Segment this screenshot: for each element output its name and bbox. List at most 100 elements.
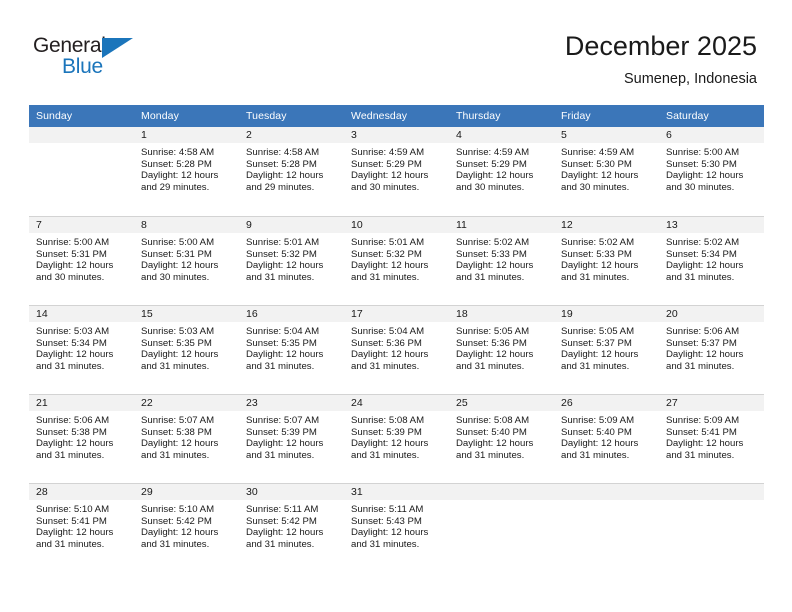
sunset-text: Sunset: 5:37 PM <box>666 337 737 349</box>
day-cell-inner: 7 Sunrise: 5:00 AM Sunset: 5:31 PM Daylight… <box>29 216 134 305</box>
calendar-day-cell[interactable]: 21 Sunrise: 5:06 AM Sunset: 5:38 PM Dayligh… <box>29 394 134 483</box>
generalblue-logo[interactable]: General Blue <box>33 34 163 84</box>
calendar-day-cell[interactable]: 1 Sunrise: 4:58 AM Sunset: 5:28 PM Daylight… <box>134 127 239 216</box>
calendar-day-cell[interactable]: 19 Sunrise: 5:05 AM Sunset: 5:37 PM Dayligh… <box>554 305 659 394</box>
day-number: 13 <box>659 217 764 233</box>
daylight-text-line2: and 31 minutes. <box>36 360 105 372</box>
day-cell-inner: 8 Sunrise: 5:00 AM Sunset: 5:31 PM Daylight… <box>134 216 239 305</box>
day-details: Sunrise: 5:06 AM Sunset: 5:38 PM Daylight:… <box>29 411 134 461</box>
calendar-day-cell[interactable]: 30 Sunrise: 5:11 AM Sunset: 5:42 PM Dayligh… <box>239 483 344 572</box>
daylight-text-line1: Daylight: 12 hours <box>666 170 744 182</box>
day-number: 23 <box>239 395 344 411</box>
calendar-day-cell[interactable]: 28 Sunrise: 5:10 AM Sunset: 5:41 PM Dayligh… <box>29 483 134 572</box>
calendar-day-cell[interactable]: 9 Sunrise: 5:01 AM Sunset: 5:32 PM Daylight… <box>239 216 344 305</box>
calendar-day-cell[interactable]: 22 Sunrise: 5:07 AM Sunset: 5:38 PM Dayligh… <box>134 394 239 483</box>
sunrise-text: Sunrise: 5:00 AM <box>141 237 215 248</box>
day-cell-inner: 10 Sunrise: 5:01 AM Sunset: 5:32 PM Dayligh… <box>344 216 449 305</box>
daylight-text-line1: Daylight: 12 hours <box>141 170 219 182</box>
daylight-text-line1: Daylight: 12 hours <box>456 349 534 361</box>
day-number: 3 <box>344 127 449 143</box>
day-details: Sunrise: 5:01 AM Sunset: 5:32 PM Daylight:… <box>239 233 344 283</box>
daylight-text-line2: and 31 minutes. <box>351 271 420 283</box>
day-number: 9 <box>239 217 344 233</box>
day-number: 24 <box>344 395 449 411</box>
day-cell-inner: 20 Sunrise: 5:06 AM Sunset: 5:37 PM Dayligh… <box>659 305 764 394</box>
sunset-text: Sunset: 5:30 PM <box>666 158 737 170</box>
sunrise-text: Sunrise: 5:02 AM <box>561 237 635 248</box>
day-cell-inner: 21 Sunrise: 5:06 AM Sunset: 5:38 PM Dayligh… <box>29 394 134 483</box>
daylight-text-line1: Daylight: 12 hours <box>36 527 114 539</box>
calendar-day-cell[interactable]: 29 Sunrise: 5:10 AM Sunset: 5:42 PM Dayligh… <box>134 483 239 572</box>
calendar-day-cell[interactable]: 16 Sunrise: 5:04 AM Sunset: 5:35 PM Dayligh… <box>239 305 344 394</box>
calendar-day-cell[interactable]: 5 Sunrise: 4:59 AM Sunset: 5:30 PM Daylight… <box>554 127 659 216</box>
day-number: 10 <box>344 217 449 233</box>
calendar-day-cell[interactable]: 2 Sunrise: 4:58 AM Sunset: 5:28 PM Daylight… <box>239 127 344 216</box>
calendar-day-cell[interactable]: 7 Sunrise: 5:00 AM Sunset: 5:31 PM Daylight… <box>29 216 134 305</box>
sunrise-text: Sunrise: 5:02 AM <box>456 237 530 248</box>
daylight-text-line2: and 31 minutes. <box>351 449 420 461</box>
calendar-week-row: 28 Sunrise: 5:10 AM Sunset: 5:41 PM Dayligh… <box>29 483 764 572</box>
calendar-day-cell[interactable]: 17 Sunrise: 5:04 AM Sunset: 5:36 PM Dayligh… <box>344 305 449 394</box>
sunrise-text: Sunrise: 5:10 AM <box>141 504 215 515</box>
calendar-day-cell[interactable]: 3 Sunrise: 4:59 AM Sunset: 5:29 PM Daylight… <box>344 127 449 216</box>
day-cell-inner: 6 Sunrise: 5:00 AM Sunset: 5:30 PM Daylight… <box>659 127 764 216</box>
calendar-day-cell[interactable]: 11 Sunrise: 5:02 AM Sunset: 5:33 PM Dayligh… <box>449 216 554 305</box>
daylight-text-line1: Daylight: 12 hours <box>351 260 429 272</box>
calendar-day-cell[interactable]: 12 Sunrise: 5:02 AM Sunset: 5:33 PM Dayligh… <box>554 216 659 305</box>
calendar-day-cell[interactable]: 6 Sunrise: 5:00 AM Sunset: 5:30 PM Daylight… <box>659 127 764 216</box>
sunset-text: Sunset: 5:32 PM <box>246 248 317 260</box>
daylight-text-line1: Daylight: 12 hours <box>141 527 219 539</box>
calendar-day-cell[interactable]: 8 Sunrise: 5:00 AM Sunset: 5:31 PM Daylight… <box>134 216 239 305</box>
calendar-day-cell[interactable]: 26 Sunrise: 5:09 AM Sunset: 5:40 PM Dayligh… <box>554 394 659 483</box>
calendar-day-cell[interactable]: 23 Sunrise: 5:07 AM Sunset: 5:39 PM Dayligh… <box>239 394 344 483</box>
daylight-text-line1: Daylight: 12 hours <box>36 260 114 272</box>
day-cell-inner: 1 Sunrise: 4:58 AM Sunset: 5:28 PM Daylight… <box>134 127 239 216</box>
day-details: Sunrise: 4:58 AM Sunset: 5:28 PM Daylight:… <box>239 143 344 193</box>
sunset-text: Sunset: 5:34 PM <box>666 248 737 260</box>
day-cell-inner <box>554 483 659 572</box>
calendar-day-cell[interactable]: 25 Sunrise: 5:08 AM Sunset: 5:40 PM Dayligh… <box>449 394 554 483</box>
daylight-text-line1: Daylight: 12 hours <box>141 260 219 272</box>
calendar-day-cell[interactable]: 20 Sunrise: 5:06 AM Sunset: 5:37 PM Dayligh… <box>659 305 764 394</box>
day-number: 16 <box>239 306 344 322</box>
sunrise-text: Sunrise: 5:07 AM <box>141 415 215 426</box>
daylight-text-line2: and 31 minutes. <box>456 271 525 283</box>
calendar-day-cell[interactable]: 18 Sunrise: 5:05 AM Sunset: 5:36 PM Dayligh… <box>449 305 554 394</box>
calendar-day-cell[interactable]: 4 Sunrise: 4:59 AM Sunset: 5:29 PM Daylight… <box>449 127 554 216</box>
day-cell-inner: 4 Sunrise: 4:59 AM Sunset: 5:29 PM Daylight… <box>449 127 554 216</box>
day-cell-inner: 30 Sunrise: 5:11 AM Sunset: 5:42 PM Dayligh… <box>239 483 344 572</box>
weekday-header-sunday: Sunday <box>29 105 134 127</box>
day-details <box>29 143 134 147</box>
day-cell-inner: 5 Sunrise: 4:59 AM Sunset: 5:30 PM Daylight… <box>554 127 659 216</box>
day-number: 14 <box>29 306 134 322</box>
daylight-text-line2: and 31 minutes. <box>666 360 735 372</box>
daylight-text-line1: Daylight: 12 hours <box>246 438 324 450</box>
sunset-text: Sunset: 5:29 PM <box>456 158 527 170</box>
calendar-day-cell[interactable]: 10 Sunrise: 5:01 AM Sunset: 5:32 PM Dayligh… <box>344 216 449 305</box>
calendar-day-cell[interactable]: 24 Sunrise: 5:08 AM Sunset: 5:39 PM Dayligh… <box>344 394 449 483</box>
daylight-text-line2: and 31 minutes. <box>351 538 420 550</box>
day-details <box>659 500 764 504</box>
day-number: 2 <box>239 127 344 143</box>
calendar-day-cell[interactable]: 14 Sunrise: 5:03 AM Sunset: 5:34 PM Dayligh… <box>29 305 134 394</box>
day-cell-inner: 28 Sunrise: 5:10 AM Sunset: 5:41 PM Dayligh… <box>29 483 134 572</box>
calendar-day-cell[interactable]: 27 Sunrise: 5:09 AM Sunset: 5:41 PM Dayligh… <box>659 394 764 483</box>
daylight-text-line2: and 31 minutes. <box>456 449 525 461</box>
page-subtitle: Sumenep, Indonesia <box>623 71 757 87</box>
daylight-text-line2: and 31 minutes. <box>456 360 525 372</box>
logo-text-blue: Blue <box>62 55 103 78</box>
calendar-day-cell[interactable]: 13 Sunrise: 5:02 AM Sunset: 5:34 PM Dayligh… <box>659 216 764 305</box>
daylight-text-line2: and 30 minutes. <box>351 181 420 193</box>
day-number: 29 <box>134 484 239 500</box>
daylight-text-line1: Daylight: 12 hours <box>561 170 639 182</box>
daylight-text-line2: and 29 minutes. <box>141 181 210 193</box>
daylight-text-line2: and 31 minutes. <box>36 538 105 550</box>
daylight-text-line2: and 31 minutes. <box>246 271 315 283</box>
day-number: 30 <box>239 484 344 500</box>
day-number: 19 <box>554 306 659 322</box>
sunrise-text: Sunrise: 5:10 AM <box>36 504 110 515</box>
calendar-week-row: 21 Sunrise: 5:06 AM Sunset: 5:38 PM Dayligh… <box>29 394 764 483</box>
calendar-day-cell[interactable]: 31 Sunrise: 5:11 AM Sunset: 5:43 PM Dayligh… <box>344 483 449 572</box>
calendar-day-cell[interactable]: 15 Sunrise: 5:03 AM Sunset: 5:35 PM Dayligh… <box>134 305 239 394</box>
day-details: Sunrise: 5:11 AM Sunset: 5:42 PM Daylight:… <box>239 500 344 550</box>
